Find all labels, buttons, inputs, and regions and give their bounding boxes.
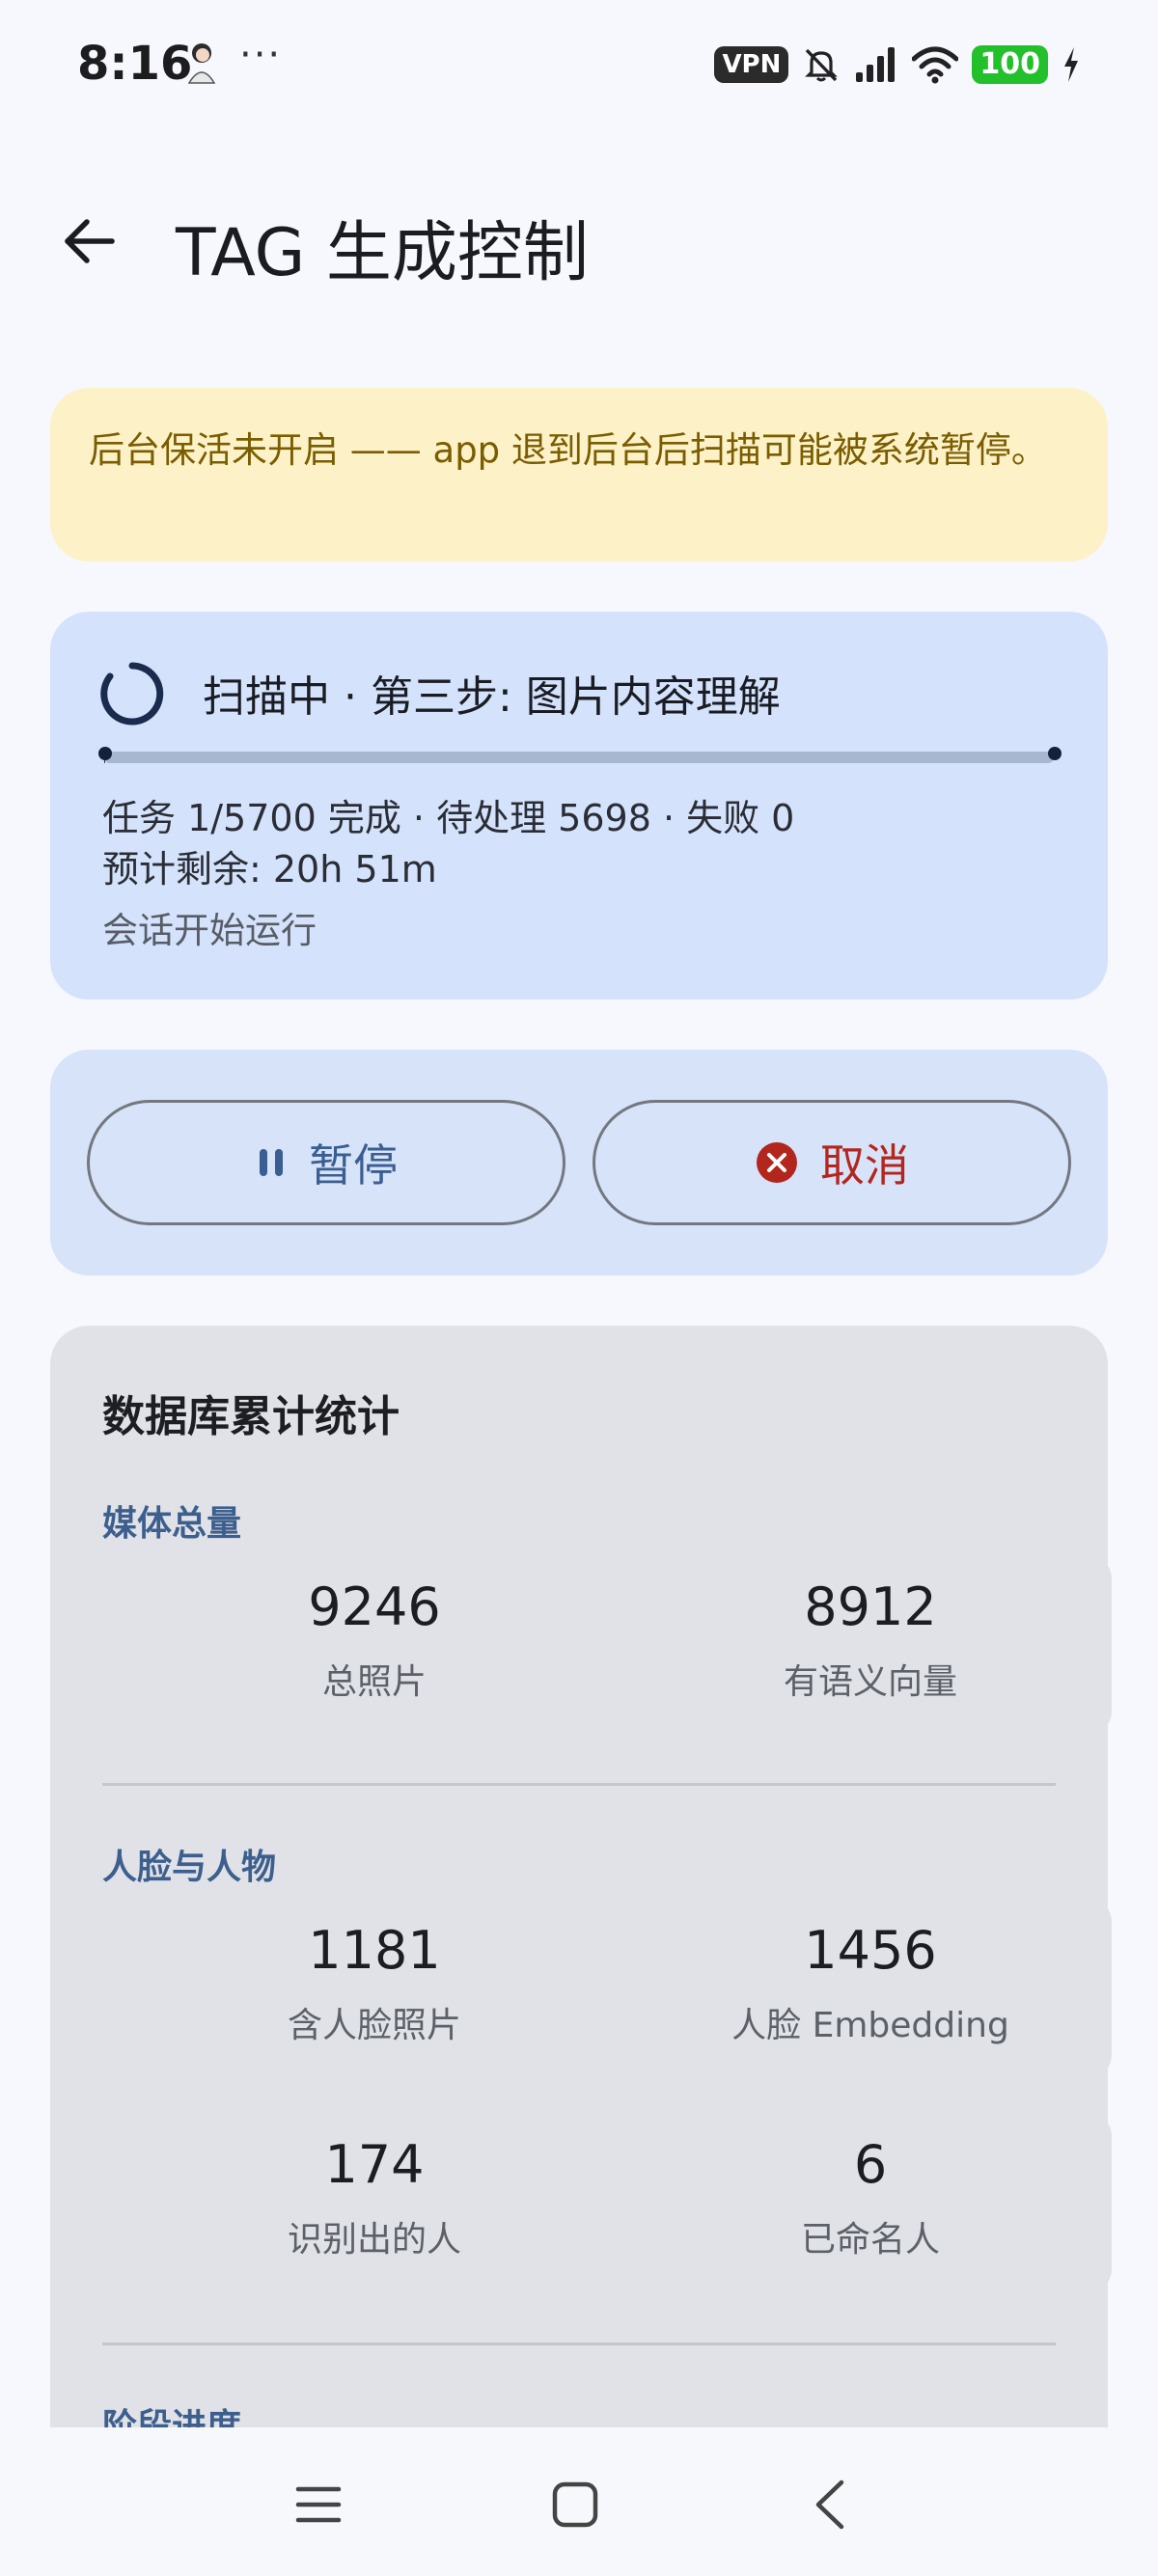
status-time: 8:16 (77, 37, 193, 91)
database-stats-card: 数据库累计统计 媒体总量 9246 总照片 8912 有语义向量 人脸与人物 1… (50, 1326, 1112, 2576)
progress-end-dot (1048, 747, 1062, 760)
signal-icon (856, 47, 896, 82)
app-bar: TAG 生成控制 (0, 164, 1158, 309)
section-divider (102, 1783, 1056, 1786)
cancel-label: 取消 (820, 1139, 909, 1192)
battery-level: 100 (972, 45, 1048, 84)
stats-title: 数据库累计统计 (102, 1392, 400, 1441)
stat-value: 6 (853, 2134, 888, 2195)
stat-value: 1456 (804, 1920, 937, 1981)
charging-icon (1064, 47, 1078, 82)
scan-progress-card: 扫描中 · 第三步: 图片内容理解 任务 1/5700 完成 · 待处理 569… (50, 612, 1108, 1000)
stat-label: 人脸 Embedding (731, 2006, 1009, 2045)
mute-bell-icon (805, 48, 839, 82)
section-label-faces: 人脸与人物 (102, 1848, 277, 1887)
stat-value: 1181 (308, 1920, 441, 1981)
chevron-left-icon (815, 2480, 844, 2530)
eta-text: 预计剩余: 20h 51m (102, 848, 437, 891)
pause-button[interactable]: 暂停 (87, 1100, 565, 1225)
progress-start-dot (98, 747, 112, 760)
section-divider (102, 2343, 1056, 2345)
cancel-button[interactable]: 取消 (593, 1100, 1071, 1225)
nav-menu-button[interactable] (280, 2466, 357, 2543)
nav-back-button[interactable] (791, 2466, 868, 2543)
background-warning-card: 后台保活未开启 —— app 退到后台后扫描可能被系统暂停。 (50, 388, 1108, 562)
scan-actions-card: 暂停 取消 (50, 1050, 1108, 1275)
stat-label: 有语义向量 (783, 1662, 957, 1702)
status-more: ··· (239, 33, 283, 77)
task-counts: 任务 1/5700 完成 · 待处理 5698 · 失败 0 (102, 797, 795, 839)
screen: 8:16 ··· VPN 100 TAG 生成控制 后台保活未开启 —— app… (0, 0, 1158, 2576)
vpn-badge: VPN (714, 46, 789, 83)
stat-label: 含人脸照片 (287, 2006, 461, 2045)
stat-value: 174 (324, 2134, 425, 2195)
stat-label: 总照片 (321, 1662, 427, 1702)
avatar-icon (187, 43, 216, 84)
stat-people-identified: 174 识别出的人 (133, 2113, 616, 2292)
wifi-icon (912, 46, 959, 84)
arrow-left-icon (65, 219, 115, 263)
stat-named-people: 6 已命名人 (629, 2113, 1112, 2292)
stat-total-photos: 9246 总照片 (133, 1555, 616, 1735)
status-bar: 8:16 ··· VPN 100 (0, 0, 1158, 135)
stat-value: 9246 (308, 1576, 441, 1637)
stat-photos-with-faces: 1181 含人脸照片 (133, 1899, 616, 2078)
nav-home-button[interactable] (537, 2466, 614, 2543)
section-label-media: 媒体总量 (102, 1504, 242, 1544)
page-title: TAG 生成控制 (176, 215, 589, 291)
home-icon (552, 2481, 598, 2528)
stat-value: 8912 (804, 1576, 937, 1637)
stat-label: 已命名人 (800, 2220, 940, 2260)
back-button[interactable] (50, 203, 127, 280)
warning-text: 后台保活未开启 —— app 退到后台后扫描可能被系统暂停。 (89, 429, 1047, 471)
stat-label: 识别出的人 (287, 2220, 461, 2260)
menu-icon (295, 2486, 342, 2523)
progress-spinner-icon (100, 662, 164, 726)
pause-label: 暂停 (309, 1139, 398, 1192)
session-status: 会话开始运行 (102, 910, 317, 951)
status-icons: VPN 100 (714, 42, 1081, 87)
scan-progress-bar (104, 752, 1054, 763)
cancel-circle-icon (757, 1142, 797, 1183)
system-nav-bar (0, 2427, 1158, 2576)
stat-semantic-vectors: 8912 有语义向量 (629, 1555, 1112, 1735)
scan-status-title: 扫描中 · 第三步: 图片内容理解 (203, 672, 781, 722)
pause-icon (260, 1149, 283, 1176)
stat-face-embeddings: 1456 人脸 Embedding (629, 1899, 1112, 2078)
